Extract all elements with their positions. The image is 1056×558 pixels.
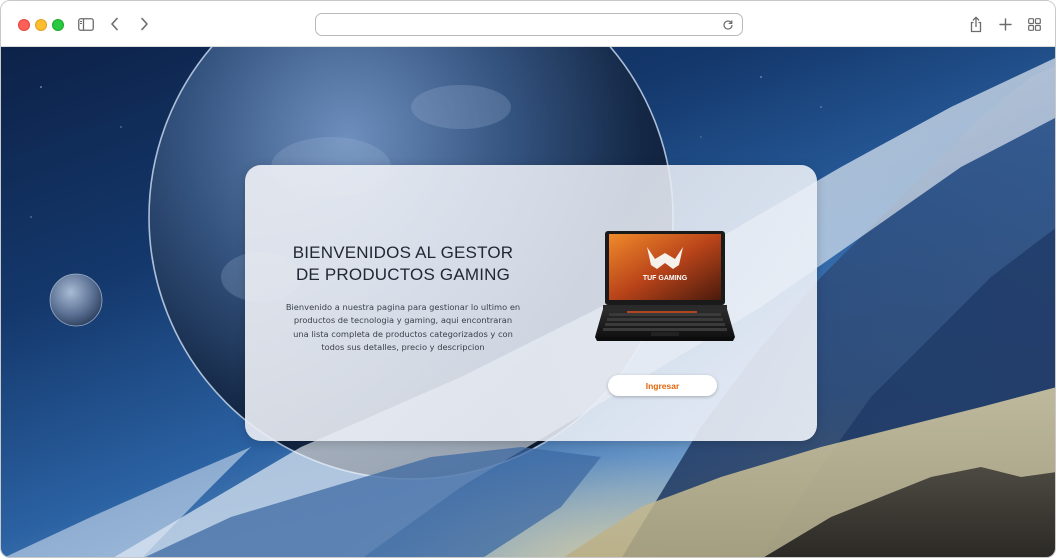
back-icon[interactable] (104, 14, 126, 34)
welcome-title: BIENVENIDOS AL GESTOR DE PRODUCTOS GAMIN… (292, 243, 514, 284)
new-tab-icon[interactable] (994, 14, 1016, 34)
gaming-laptop-image: TUF GAMING (595, 231, 735, 341)
page-background: BIENVENIDOS AL GESTOR DE PRODUCTOS GAMIN… (1, 47, 1055, 557)
address-bar[interactable] (315, 13, 743, 36)
close-window-button[interactable] (18, 19, 30, 31)
reload-icon[interactable] (722, 18, 736, 32)
minimize-window-button[interactable] (35, 19, 47, 31)
tab-overview-icon[interactable] (1023, 14, 1045, 34)
ingresar-button[interactable]: Ingresar (608, 375, 717, 396)
forward-icon[interactable] (133, 14, 155, 34)
zoom-window-button[interactable] (52, 19, 64, 31)
browser-toolbar (1, 1, 1055, 47)
browser-window: BIENVENIDOS AL GESTOR DE PRODUCTOS GAMIN… (0, 0, 1056, 558)
laptop-brand-text: TUF GAMING (643, 275, 688, 282)
welcome-description: Bienvenido a nuestra pagina para gestion… (285, 302, 521, 352)
sidebar-icon[interactable] (75, 14, 97, 34)
welcome-card: BIENVENIDOS AL GESTOR DE PRODUCTOS GAMIN… (245, 165, 817, 441)
share-icon[interactable] (965, 14, 987, 34)
